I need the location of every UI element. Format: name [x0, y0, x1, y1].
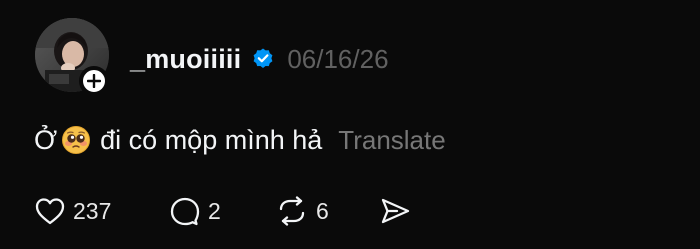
- repost-count: 6: [316, 197, 329, 224]
- share-button[interactable]: [379, 196, 411, 226]
- plus-icon: [87, 74, 101, 88]
- username-link[interactable]: _muoiiiii: [130, 44, 241, 75]
- comment-icon: [170, 197, 200, 226]
- repost-button[interactable]: 6: [275, 196, 379, 226]
- like-button[interactable]: 237: [34, 196, 169, 226]
- post-header: _muoiiiii 06/16/26: [130, 43, 389, 75]
- repost-icon: [279, 196, 305, 226]
- send-icon: [381, 198, 410, 224]
- heart-icon: [35, 198, 65, 225]
- like-count: 237: [73, 197, 112, 224]
- translate-button[interactable]: Translate: [338, 125, 445, 156]
- reply-button[interactable]: 2: [169, 196, 275, 226]
- follow-button[interactable]: [79, 66, 109, 96]
- post-date[interactable]: 06/16/26: [287, 44, 388, 75]
- post-text-part-1: Ở: [34, 124, 58, 155]
- pleading-face-emoji-icon: [62, 126, 91, 154]
- reply-count: 2: [208, 197, 221, 224]
- verified-badge-icon: [253, 48, 273, 68]
- avatar-container: [35, 18, 109, 96]
- post-text: Ở đi có mộp mình hả Translate: [34, 122, 446, 158]
- post-actions: 237 2 6: [34, 193, 411, 229]
- post-text-part-2: đi có mộp mình hả: [100, 124, 323, 155]
- thread-post: _muoiiiii 06/16/26 Ở đi có mộp mình hả T…: [0, 0, 700, 249]
